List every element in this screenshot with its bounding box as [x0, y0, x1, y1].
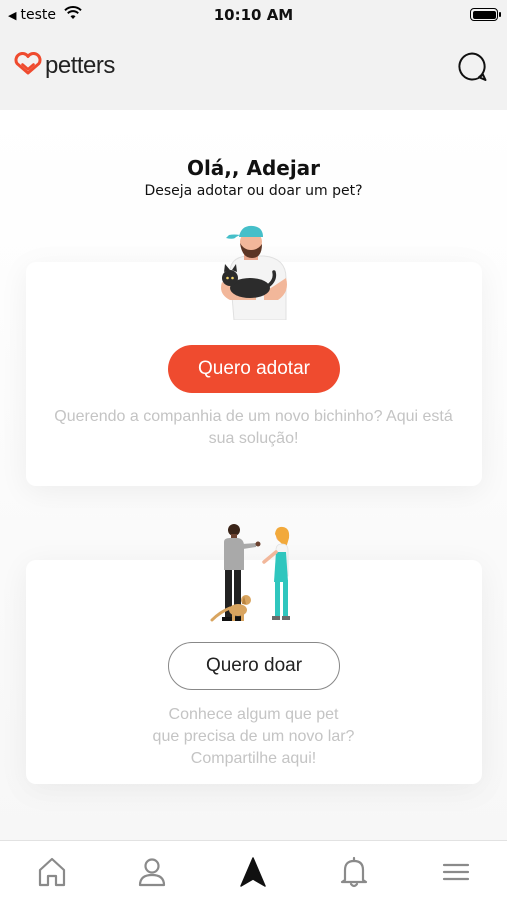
app-logo[interactable]: petters	[13, 51, 115, 80]
status-time: 10:10 AM	[213, 6, 294, 24]
profile-icon	[138, 858, 166, 887]
tab-profile[interactable]	[135, 855, 169, 889]
bottom-tab-bar	[0, 840, 507, 900]
status-bar: ◀ teste 10:10 AM	[0, 0, 507, 30]
logo-text: petters	[45, 52, 115, 79]
greeting-title: Olá,, Adejar	[186, 156, 321, 180]
donate-description-line-1: Conhece algum que pet	[168, 706, 339, 723]
heart-logo-icon	[13, 51, 43, 80]
adopt-button[interactable]: Quero adotar	[168, 345, 340, 393]
man-holding-cat-illustration	[216, 222, 292, 321]
adopt-description-line-2: sua solução!	[208, 430, 299, 447]
tab-navigation[interactable]	[236, 855, 270, 889]
tab-menu[interactable]	[439, 855, 473, 889]
main-content: Olá,, Adejar Deseja adotar ou doar um pe…	[0, 110, 507, 840]
greeting-subtitle: Deseja adotar ou doar um pet?	[144, 183, 363, 199]
donate-description-line-2: que precisa de um novo lar?	[152, 728, 355, 745]
donate-description: Conhece algum que pet que precisa de um …	[30, 704, 477, 770]
navigation-arrow-icon	[240, 857, 266, 887]
home-icon	[38, 857, 66, 887]
menu-icon	[442, 863, 470, 881]
adopt-description-line-1: Querendo a companhia de um novo bichinho…	[54, 408, 453, 425]
adopt-description: Querendo a companhia de um novo bichinho…	[30, 406, 477, 450]
battery-icon	[470, 8, 501, 21]
bell-icon	[340, 856, 368, 888]
chat-bubble-icon	[458, 52, 487, 81]
app-header: petters	[0, 30, 507, 110]
people-with-dog-illustration	[208, 522, 300, 624]
chat-button[interactable]	[455, 50, 489, 84]
donate-description-line-3: Compartilhe aqui!	[190, 750, 317, 767]
tab-home[interactable]	[35, 855, 69, 889]
donate-button[interactable]: Quero doar	[168, 642, 340, 690]
tab-notifications[interactable]	[337, 855, 371, 889]
